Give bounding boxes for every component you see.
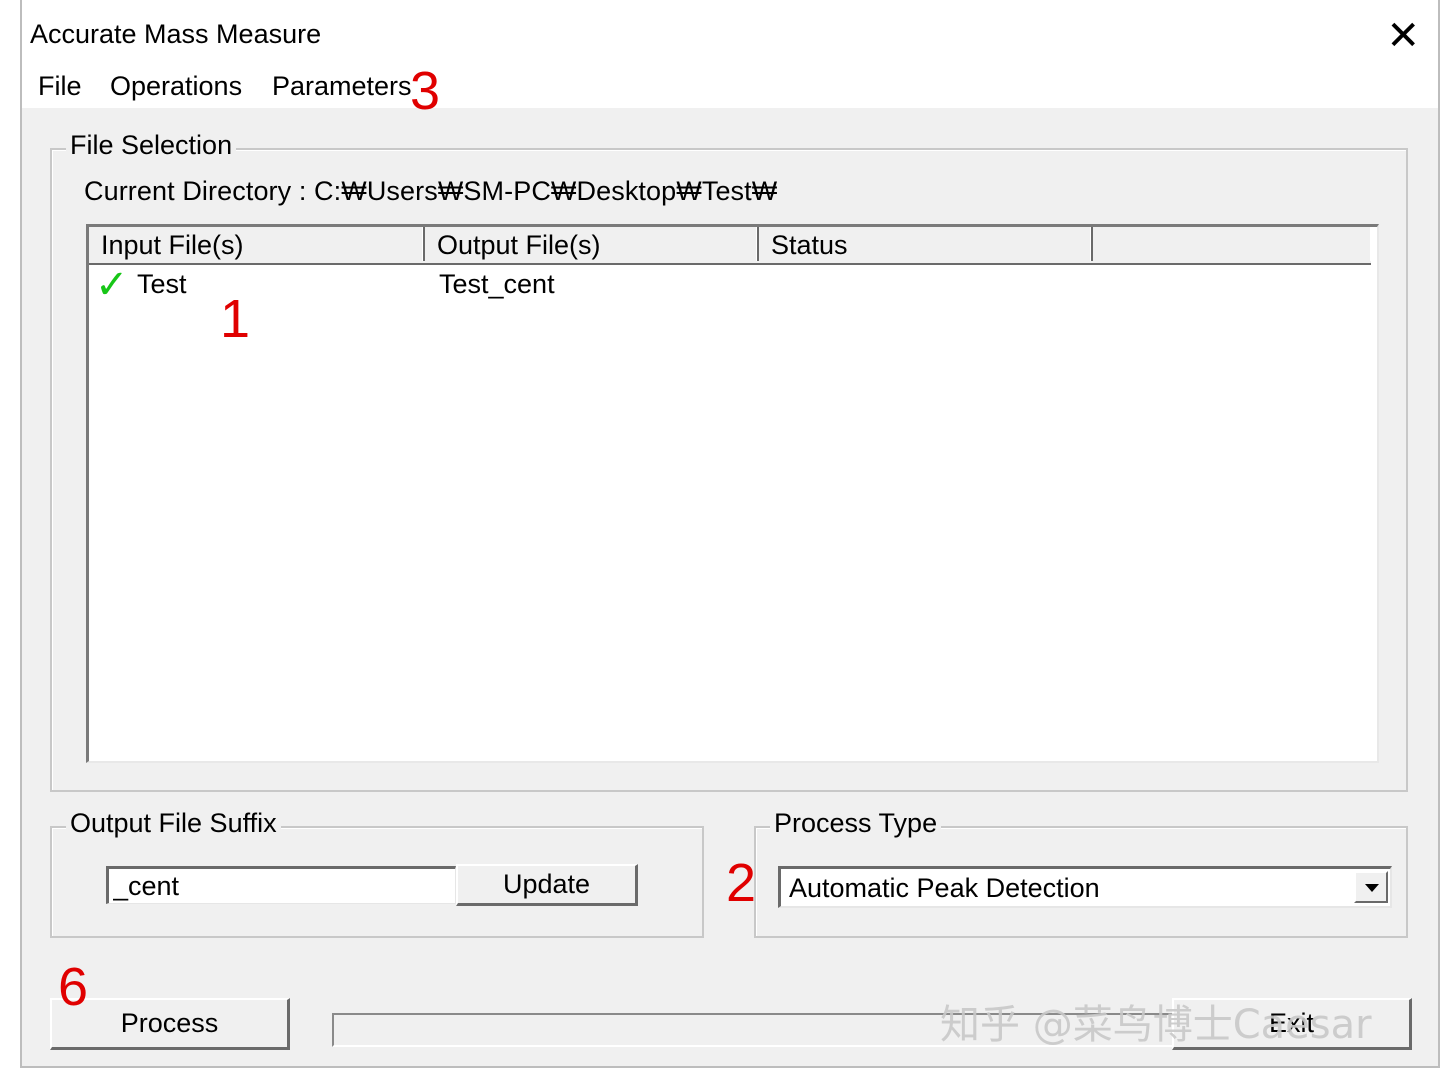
progress-bar	[332, 1013, 1180, 1047]
file-selection-label: File Selection	[66, 130, 237, 161]
file-list-header: Input File(s) Output File(s) Status	[89, 227, 1371, 265]
column-extra[interactable]	[1093, 227, 1371, 261]
suffix-input[interactable]	[106, 866, 456, 904]
output-file-cell: Test_cent	[439, 269, 555, 299]
close-icon[interactable]: ✕	[1386, 12, 1420, 60]
column-output-files[interactable]: Output File(s)	[425, 227, 759, 261]
menu-parameters[interactable]: Parameters	[272, 71, 412, 102]
update-button[interactable]: Update	[456, 864, 638, 906]
annotation-marker-1: 1	[220, 289, 251, 349]
chevron-down-icon[interactable]	[1354, 871, 1388, 903]
annotation-marker-6: 6	[58, 957, 89, 1017]
check-icon: ✓	[95, 263, 129, 307]
menu-bar: File Operations Parameters	[22, 64, 1438, 108]
column-input-files[interactable]: Input File(s)	[89, 227, 425, 261]
title-bar: Accurate Mass Measure ✕	[22, 0, 1438, 64]
current-directory: Current Directory : C:₩Users₩SM-PC₩Deskt…	[84, 176, 778, 206]
process-type-label: Process Type	[770, 808, 942, 839]
file-list[interactable]: Input File(s) Output File(s) Status ✓ Te…	[86, 224, 1379, 763]
annotation-marker-2: 2	[726, 853, 757, 913]
exit-button[interactable]: Exit	[1172, 998, 1412, 1050]
annotation-marker-3: 3	[410, 61, 441, 121]
menu-operations[interactable]: Operations	[110, 71, 242, 102]
table-row[interactable]: ✓ Test Test_cent	[89, 265, 1371, 305]
window-title: Accurate Mass Measure	[30, 19, 322, 49]
process-type-select[interactable]: Automatic Peak Detection	[778, 866, 1392, 908]
process-type-value: Automatic Peak Detection	[789, 873, 1100, 903]
menu-file[interactable]: File	[38, 71, 82, 102]
output-suffix-label: Output File Suffix	[66, 808, 281, 839]
input-file-cell: Test	[137, 269, 187, 299]
column-status[interactable]: Status	[759, 227, 1093, 261]
